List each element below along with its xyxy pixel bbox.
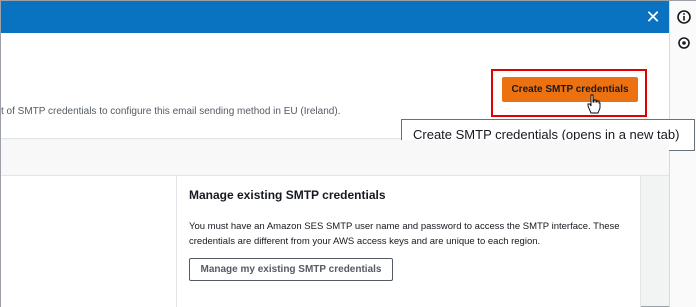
manage-card: Manage existing SMTP credentials You mus… xyxy=(1,176,641,307)
top-bar: ✕ xyxy=(1,1,669,33)
section-band xyxy=(1,140,669,176)
right-rail xyxy=(669,1,696,307)
window-frame: ✕ t of SMTP credentials to configure thi… xyxy=(0,0,696,307)
info-icon[interactable] xyxy=(676,9,692,25)
settings-icon[interactable] xyxy=(676,35,692,51)
smtp-description: t of SMTP credentials to configure this … xyxy=(1,106,341,117)
manage-title: Manage existing SMTP credentials xyxy=(189,188,386,202)
column-divider xyxy=(176,176,177,307)
manage-smtp-credentials-button[interactable]: Manage my existing SMTP credentials xyxy=(189,258,393,281)
create-smtp-credentials-button[interactable]: Create SMTP credentials xyxy=(502,77,638,102)
manage-description: You must have an Amazon SES SMTP user na… xyxy=(189,221,620,247)
close-icon[interactable]: ✕ xyxy=(641,5,665,29)
hand-cursor-icon xyxy=(587,94,601,114)
